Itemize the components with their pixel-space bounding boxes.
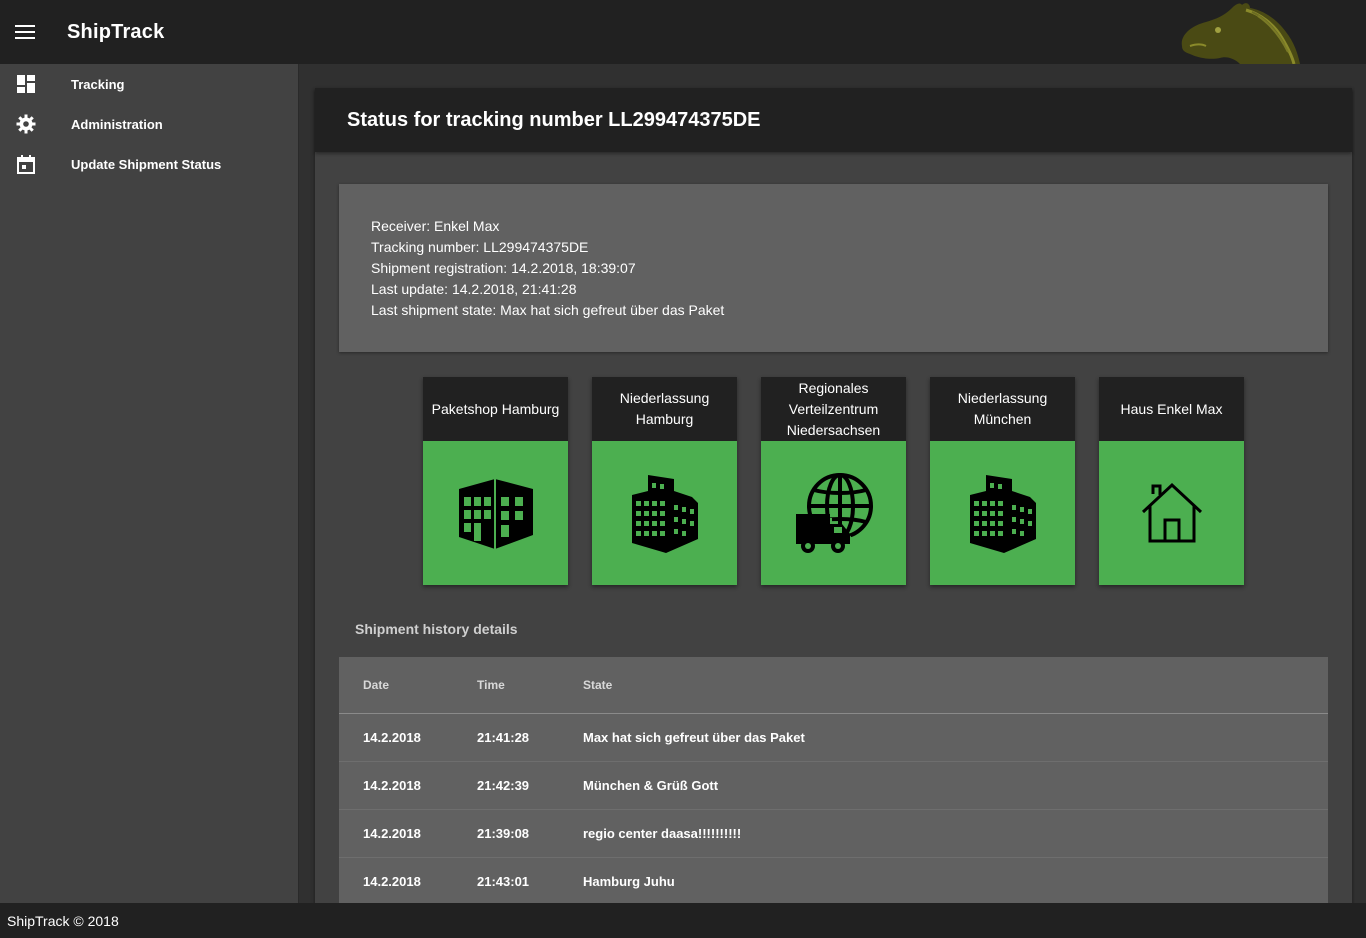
menu-button[interactable] xyxy=(0,0,50,64)
last-state-info: Last shipment state: Max hat sich gefreu… xyxy=(371,302,725,318)
route-step-label: Regionales Verteilzentrum Niedersachsen xyxy=(761,377,906,441)
table-row[interactable]: 14.2.2018 21:39:08 regio center daasa!!!… xyxy=(339,810,1328,858)
shipment-info-panel: Receiver: Enkel Max Tracking number: LL2… xyxy=(339,184,1328,352)
route-step-haus-enkel-max[interactable]: Haus Enkel Max xyxy=(1099,377,1244,585)
office-building-icon xyxy=(631,475,698,553)
table-row[interactable]: 14.2.2018 21:43:01 Hamburg Juhu xyxy=(339,858,1328,903)
sidebar-item-administration[interactable]: Administration xyxy=(0,104,298,144)
route-step-paketshop-hamburg[interactable]: Paketshop Hamburg xyxy=(423,377,568,585)
route-step-niederlassung-hamburg[interactable]: Niederlassung Hamburg xyxy=(592,377,737,585)
route-step-label: Niederlassung München xyxy=(930,377,1075,441)
route-step-label: Niederlassung Hamburg xyxy=(592,377,737,441)
column-header-time[interactable]: Time xyxy=(477,678,583,692)
content-scrollbar[interactable] xyxy=(1355,64,1366,903)
cell-state: München & Grüß Gott xyxy=(583,778,719,793)
receiver-info: Receiver: Enkel Max xyxy=(371,218,500,234)
table-row[interactable]: 14.2.2018 21:41:28 Max hat sich gefreut … xyxy=(339,714,1328,762)
sidebar-item-tracking[interactable]: Tracking xyxy=(0,64,298,104)
cell-state: Hamburg Juhu xyxy=(583,874,675,889)
sidebar: Tracking Administration Update Shipment … xyxy=(0,64,299,903)
sidebar-item-update-shipment-status[interactable]: Update Shipment Status xyxy=(0,144,298,184)
route-step-niederlassung-muenchen[interactable]: Niederlassung München xyxy=(930,377,1075,585)
sidebar-item-label: Administration xyxy=(71,116,163,132)
cell-date: 14.2.2018 xyxy=(363,874,421,889)
column-header-date[interactable]: Date xyxy=(339,678,477,692)
menu-icon xyxy=(15,25,35,39)
shop-building-icon xyxy=(458,479,533,549)
globe-truck-icon xyxy=(793,473,873,553)
last-update-info: Last update: 14.2.2018, 21:41:28 xyxy=(371,281,577,297)
house-icon xyxy=(1141,482,1202,543)
cell-date: 14.2.2018 xyxy=(363,826,421,841)
cell-time: 21:41:28 xyxy=(477,730,530,745)
gear-icon xyxy=(16,114,36,134)
app-title[interactable]: ShipTrack xyxy=(67,21,164,44)
footer: ShipTrack © 2018 xyxy=(0,903,1366,938)
cell-date: 14.2.2018 xyxy=(363,730,421,745)
calendar-icon xyxy=(17,154,35,174)
table-row[interactable]: 14.2.2018 21:42:39 München & Grüß Gott xyxy=(339,762,1328,810)
cell-time: 21:42:39 xyxy=(477,778,530,793)
office-building-icon xyxy=(969,475,1036,553)
footer-text: ShipTrack © 2018 xyxy=(7,912,119,929)
page-title: Status for tracking number LL299474375DE xyxy=(347,108,761,131)
cell-date: 14.2.2018 xyxy=(363,778,421,793)
horse-head-logo xyxy=(1181,3,1300,65)
sidebar-item-label: Update Shipment Status xyxy=(71,156,222,172)
table-header: Date Time State xyxy=(339,657,1328,714)
main-content: Status for tracking number LL299474375DE… xyxy=(300,64,1366,903)
registration-info: Shipment registration: 14.2.2018, 18:39:… xyxy=(371,260,636,276)
top-app-bar: ShipTrack xyxy=(0,0,1366,65)
sidebar-item-label: Tracking xyxy=(71,76,125,92)
cell-time: 21:39:08 xyxy=(477,826,530,841)
route-step-label: Paketshop Hamburg xyxy=(423,377,568,441)
status-card: Status for tracking number LL299474375DE… xyxy=(315,88,1352,903)
tracking-number-info: Tracking number: LL299474375DE xyxy=(371,239,589,255)
status-card-header: Status for tracking number LL299474375DE xyxy=(315,88,1352,152)
shipment-route: Paketshop Hamburg Niederlassung Hamburg … xyxy=(423,377,1245,585)
route-step-regionales-verteilzentrum[interactable]: Regionales Verteilzentrum Niedersachsen xyxy=(761,377,906,585)
cell-state: regio center daasa!!!!!!!!!! xyxy=(583,826,742,841)
column-header-state[interactable]: State xyxy=(583,678,1328,692)
cell-time: 21:43:01 xyxy=(477,874,530,889)
cell-state: Max hat sich gefreut über das Paket xyxy=(583,730,805,745)
dashboard-icon xyxy=(17,75,35,93)
history-table: Date Time State 14.2.2018 21:41:28 Max h… xyxy=(339,657,1328,903)
history-title: Shipment history details xyxy=(355,621,518,637)
route-step-label: Haus Enkel Max xyxy=(1099,377,1244,441)
